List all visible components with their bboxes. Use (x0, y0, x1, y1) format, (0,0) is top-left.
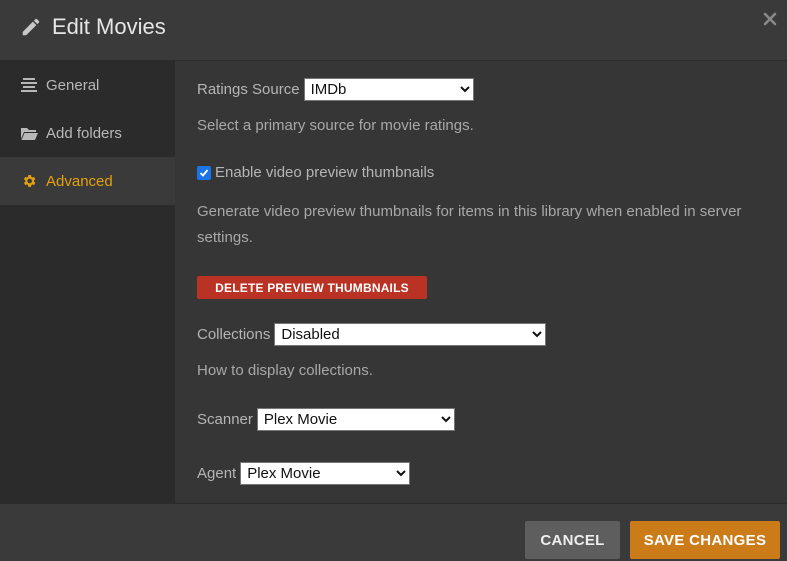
video-preview-row: Enable video preview thumbnails (197, 164, 438, 181)
dialog-title: Edit Movies (52, 14, 166, 39)
sidebar-item-label: Advanced (46, 172, 113, 190)
ratings-source-select[interactable]: IMDb (303, 78, 474, 101)
sidebar-item-add-folders[interactable]: Add folders (0, 109, 175, 157)
agent-select[interactable]: Plex Movie (240, 462, 411, 485)
video-preview-checkbox[interactable] (197, 165, 211, 180)
pencil-icon (22, 18, 40, 36)
list-icon (21, 78, 37, 92)
scanner-select[interactable]: Plex Movie (256, 408, 455, 431)
sidebar-item-label: General (46, 76, 100, 94)
dialog-header: Edit Movies (0, 0, 787, 61)
scanner-label: Scanner (197, 411, 253, 428)
sidebar: General Add folders Advanced (0, 61, 175, 503)
advanced-settings-panel: Ratings Source IMDb Select a primary sou… (175, 61, 787, 503)
cancel-button[interactable]: CANCEL (525, 521, 620, 559)
ratings-source-help: Select a primary source for movie rating… (197, 117, 474, 134)
gear-icon (23, 175, 36, 187)
agent-label: Agent (197, 465, 237, 482)
ratings-source-row: Ratings Source IMDb (197, 78, 474, 101)
folder-icon (21, 128, 38, 140)
delete-preview-thumbnails-button[interactable]: DELETE PREVIEW THUMBNAILS (197, 276, 427, 299)
agent-row: Agent Plex Movie (197, 462, 411, 485)
collections-label: Collections (197, 326, 271, 343)
collections-row: Collections Disabled (197, 323, 547, 346)
sidebar-item-general[interactable]: General (0, 61, 175, 109)
collections-help: How to display collections. (197, 362, 373, 379)
save-changes-button[interactable]: SAVE CHANGES (630, 521, 780, 559)
video-preview-label[interactable]: Enable video preview thumbnails (215, 164, 434, 181)
checkmark-icon (199, 168, 209, 177)
sidebar-item-label: Add folders (46, 124, 122, 142)
video-preview-help: Generate video preview thumbnails for it… (197, 203, 742, 246)
sidebar-item-advanced[interactable]: Advanced (0, 157, 175, 205)
ratings-source-label: Ratings Source (197, 81, 300, 98)
scanner-row: Scanner Plex Movie (197, 408, 455, 431)
collections-select[interactable]: Disabled (274, 323, 547, 346)
close-icon[interactable] (763, 12, 777, 26)
dialog-footer: CANCEL SAVE CHANGES (0, 503, 787, 561)
